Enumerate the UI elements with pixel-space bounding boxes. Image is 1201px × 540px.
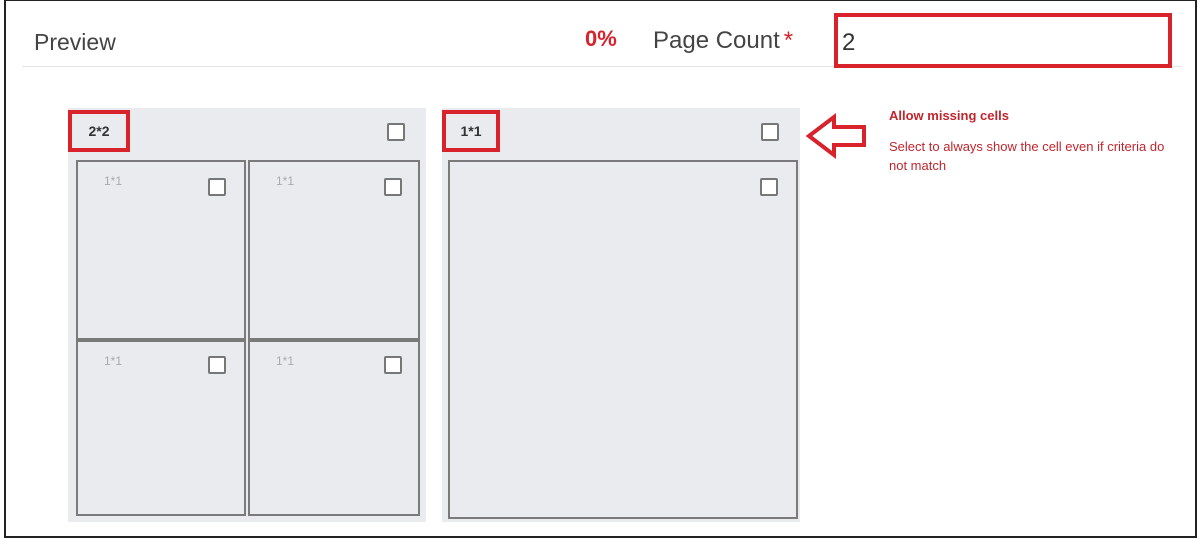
cell-label: 1*1 [104,174,123,188]
layout-tag: 1*1 [442,110,500,152]
checkbox-icon[interactable] [760,178,778,196]
progress-percent: 0% [585,26,617,51]
checkbox-icon[interactable] [384,178,402,196]
page-count-input[interactable]: 2 [834,13,1172,68]
layout-cell: 1*1 [76,340,246,516]
checkbox-icon[interactable] [387,123,405,141]
layout-cell: 1*1 [248,160,420,340]
checkbox-icon[interactable] [384,356,402,374]
page-count-label-text: Page Count [653,27,780,54]
layout-tag: 2*2 [68,110,130,152]
layout-cell [448,160,798,519]
cell-label: 1*1 [276,174,295,188]
annotation-title: Allow missing cells [889,108,1009,123]
page-count-label: Page Count * [653,27,793,55]
layout-panel-header: 2*2 [68,108,426,158]
arrow-left-icon [806,112,866,160]
checkbox-icon[interactable] [761,123,779,141]
required-star: * [783,27,794,54]
checkbox-icon[interactable] [208,356,226,374]
layout-cell: 1*1 [76,160,246,340]
layout-panel-header: 1*1 [442,108,800,158]
cell-label: 1*1 [104,354,123,368]
checkbox-icon[interactable] [208,178,226,196]
page-title: Preview [34,29,116,55]
cell-label: 1*1 [276,354,295,368]
annotation-description: Select to always show the cell even if c… [889,139,1165,173]
layout-cell: 1*1 [248,340,420,516]
